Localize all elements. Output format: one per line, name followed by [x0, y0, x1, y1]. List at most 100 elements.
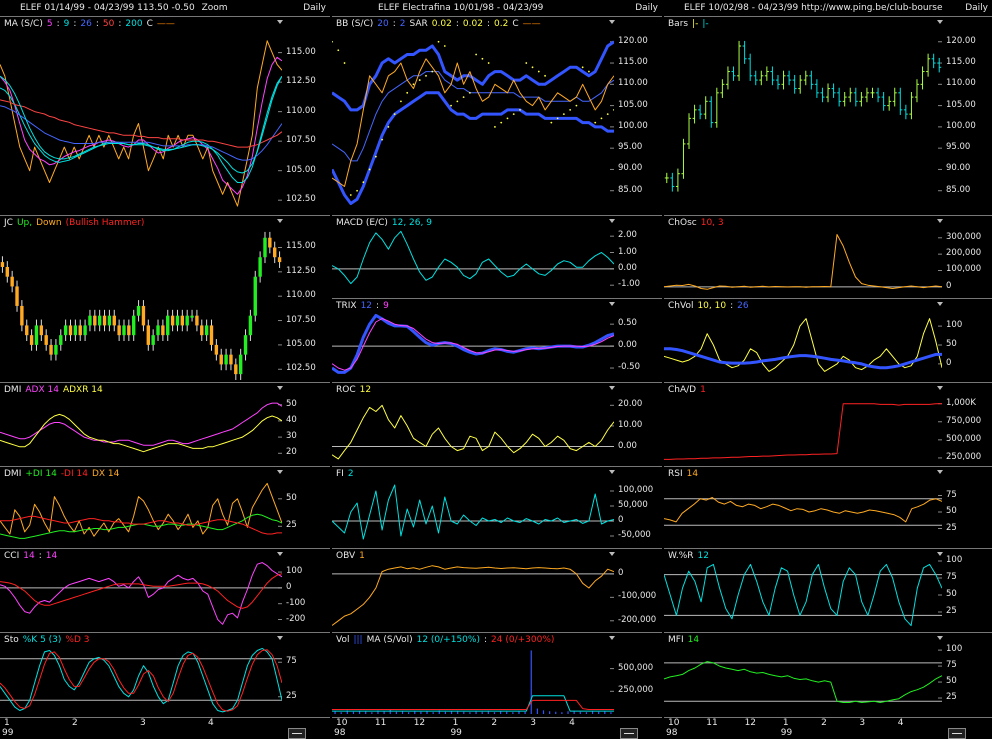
series-line	[0, 573, 282, 609]
ohlc-bar	[781, 70, 786, 90]
y-tick-label: 112.50	[286, 76, 316, 87]
series-line	[664, 403, 942, 460]
panel-wr[interactable]: W.%R 12 100 75 50 25	[664, 548, 992, 633]
panel-chvol[interactable]: ChVol 10, 10:26 100 50 0	[664, 298, 992, 383]
panel-menu-icon[interactable]	[608, 18, 616, 26]
legend-entry: DX 14	[91, 469, 120, 479]
panel-chad[interactable]: ChA/D 1 1,000K 750,000 500,000 250,000	[664, 382, 992, 467]
panel-vol[interactable]: Vol ||| MA (S/Vol) 12 (0/+150%):24 (0/+300%…	[332, 632, 662, 718]
y-tick-label: 75	[946, 572, 957, 582]
panel-fi[interactable]: FI 2 100,000 50,000 0 -50,000	[332, 466, 662, 549]
column-3-header: ELEF 10/02/98 - 04/23/99 http://www.ping…	[664, 0, 992, 16]
ohlc-bar	[764, 66, 769, 81]
panel-menu-icon[interactable]	[608, 384, 616, 392]
y-tick-label: 1.00	[618, 246, 637, 257]
panel-cci[interactable]: CCI 14:14 100 0 -100 -200	[0, 548, 330, 633]
scroll-button[interactable]	[288, 728, 306, 739]
candle-body	[107, 315, 112, 326]
candle-body	[175, 315, 180, 326]
series-line	[332, 699, 614, 710]
series-line	[0, 562, 282, 625]
panel-menu-icon[interactable]	[608, 300, 616, 308]
candle-body	[146, 325, 150, 345]
panel-macd[interactable]: MACD (E/C) 12, 26, 9 2.00 1.00 0.00 -1.00	[332, 215, 662, 299]
y-tick-label: 115.00	[286, 241, 316, 252]
y-tick-label: -200	[286, 613, 306, 624]
panel-trix[interactable]: TRIX 12:9 0.50 0.00 -0.50	[332, 298, 662, 383]
y-tick-label: 250,000	[946, 451, 982, 462]
panel-ma[interactable]: MA (S/C) 5:9:26:50:200 C —— 115.00 112.50 110.…	[0, 16, 330, 216]
panel-menu-icon[interactable]	[936, 18, 944, 26]
panel-menu-icon[interactable]	[936, 550, 944, 558]
zoom-button[interactable]: Zoom	[202, 3, 228, 13]
panel-bars[interactable]: Bars |- |- 120.00 115.00 110.00 105.00 100.00 95…	[664, 16, 992, 216]
ohlc-bar	[937, 57, 942, 73]
candle-body	[151, 335, 155, 345]
panel-obv[interactable]: OBV 1 0 -100,000 -200,000	[332, 548, 662, 633]
y-tick-label: 50	[286, 398, 297, 409]
panel-rsi[interactable]: RSI 14 75 50 25	[664, 466, 992, 549]
candle-body	[268, 237, 272, 248]
panel-chosc[interactable]: ChOsc 10, 3 300,000 200,000 100,000 0	[664, 215, 992, 299]
y-tick-label: 0.50	[618, 318, 637, 329]
scroll-button[interactable]	[948, 728, 966, 739]
panel-menu-icon[interactable]	[608, 217, 616, 225]
y-tick-label: 90.00	[946, 163, 971, 174]
legend-entry: :	[486, 19, 490, 29]
panel-menu-icon[interactable]	[608, 468, 616, 476]
series-line	[0, 56, 282, 195]
panel-mfi[interactable]: MFI 14 100 75 50 25	[664, 632, 992, 718]
candle-body	[132, 315, 136, 336]
panel-menu-icon[interactable]	[608, 550, 616, 558]
ohlc-bar	[703, 96, 708, 120]
series-line	[664, 661, 942, 703]
y-tick-label: 112.50	[286, 265, 316, 276]
candle-body	[102, 315, 107, 326]
panel-menu-icon[interactable]	[936, 384, 944, 392]
ohlc-bar	[892, 87, 897, 107]
y-tick-label: -100	[286, 597, 306, 608]
panel-menu-icon[interactable]	[608, 634, 616, 642]
y-tick-label: 200,000	[946, 248, 982, 259]
period-selector[interactable]: Daily	[965, 3, 988, 13]
y-tick-label: 75	[946, 489, 957, 500]
panel-dmi2[interactable]: DMI +DI 14 -DI 14 DX 14 50 25	[0, 466, 330, 549]
period-selector[interactable]: Daily	[635, 3, 658, 13]
panel-menu-icon[interactable]	[276, 634, 284, 642]
panel-menu-icon[interactable]	[276, 18, 284, 26]
panel-roc[interactable]: ROC 12 20.00 10.00 0.00	[332, 382, 662, 467]
sar-point	[356, 189, 358, 192]
y-tick-label: -50,000	[618, 530, 651, 540]
scroll-button[interactable]	[620, 728, 638, 739]
y-tick-label: 250,000	[618, 685, 654, 696]
legend-entry: 0.02	[431, 19, 452, 29]
legend-entry: |-	[702, 19, 709, 29]
panel-sto[interactable]: Sto %K 5 (3) %D 3 75 25	[0, 632, 330, 718]
legend-rsi: RSI 14	[668, 469, 702, 479]
period-selector[interactable]: Daily	[303, 3, 326, 13]
legend-entry: MA (S/C)	[4, 19, 43, 29]
y-tick-label: 100.00	[618, 120, 648, 131]
panel-menu-icon[interactable]	[276, 550, 284, 558]
panel-menu-icon[interactable]	[276, 468, 284, 476]
panel-bb[interactable]: BB (S/C) 20:2 SAR 0.02:0.02:0.2 C —— 120.00 115…	[332, 16, 662, 216]
panel-menu-icon[interactable]	[936, 300, 944, 308]
panel-menu-icon[interactable]	[936, 634, 944, 642]
y-tick-label: 75	[946, 660, 957, 671]
ohlc-bar	[714, 87, 719, 128]
panel-menu-icon[interactable]	[936, 217, 944, 225]
year-label: 98	[666, 728, 678, 738]
series-line	[332, 230, 614, 285]
y-tick-label: 115.00	[946, 57, 976, 68]
panel-menu-icon[interactable]	[276, 384, 284, 392]
ohlc-bar	[831, 83, 836, 98]
panel-dmi1[interactable]: DMI ADX 14 ADXR 14 50 40 30 20	[0, 382, 330, 467]
panel-jc[interactable]: JC Up, Down (Bullish Hammer) 115.00 112.50 110…	[0, 215, 330, 383]
legend-entry: ——	[522, 19, 541, 29]
legend-entry: 26	[80, 19, 92, 29]
sar-point	[500, 121, 503, 124]
plot-bb	[332, 40, 614, 205]
x-axis: 1 2 3 4 99	[0, 717, 330, 739]
panel-menu-icon[interactable]	[936, 468, 944, 476]
panel-menu-icon[interactable]	[276, 217, 284, 225]
